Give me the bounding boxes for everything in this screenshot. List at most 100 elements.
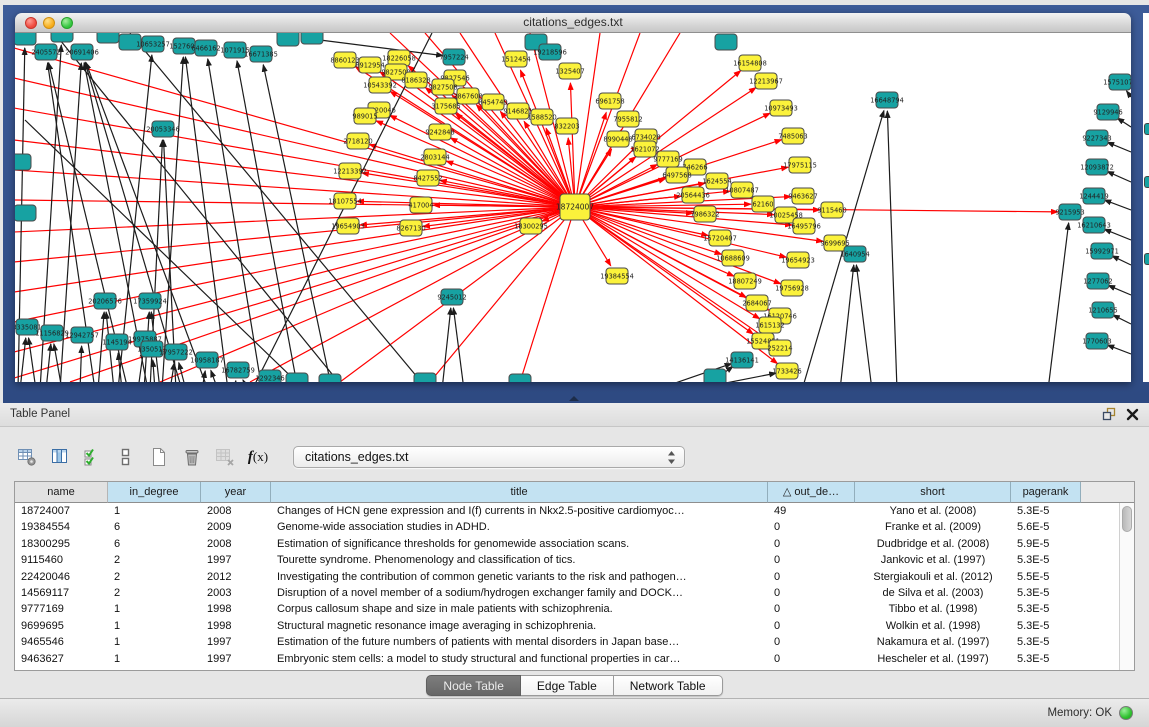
- network-node[interactable]: 62160: [752, 196, 774, 212]
- network-node[interactable]: 989015: [352, 108, 377, 124]
- network-node[interactable]: 7957224: [439, 49, 468, 65]
- network-node[interactable]: 1325407: [555, 63, 584, 79]
- table-row[interactable]: 2242004622012Investigating the contribut…: [15, 569, 1134, 585]
- new-column-icon[interactable]: [146, 444, 172, 470]
- table-row[interactable]: 946554611997Estimation of the future num…: [15, 634, 1134, 650]
- network-node[interactable]: 19654903: [331, 218, 365, 234]
- network-node[interactable]: 3175685: [431, 98, 460, 114]
- network-node[interactable]: 2803144: [420, 149, 449, 165]
- delete-table-icon[interactable]: [212, 444, 238, 470]
- network-node[interactable]: 9777169: [653, 151, 682, 167]
- network-node[interactable]: 12942757: [65, 327, 99, 343]
- float-panel-icon[interactable]: [1102, 407, 1116, 421]
- network-node[interactable]: [286, 373, 308, 382]
- network-node[interactable]: 9115460: [817, 202, 846, 218]
- network-node[interactable]: 18724007: [556, 194, 594, 220]
- network-node[interactable]: 6497568: [662, 167, 691, 183]
- network-node[interactable]: 19756928: [775, 280, 809, 296]
- network-node[interactable]: 15751074: [1103, 74, 1131, 90]
- column-header-indegree[interactable]: in_degree: [108, 482, 201, 503]
- tab-node-table[interactable]: Node Table: [426, 675, 521, 696]
- maximize-window-button[interactable]: [61, 17, 73, 29]
- splitter-handle[interactable]: [569, 396, 579, 401]
- network-node[interactable]: 17975115: [783, 157, 817, 173]
- network-node[interactable]: [15, 154, 31, 170]
- network-node[interactable]: 9463627: [788, 188, 817, 204]
- network-node[interactable]: 7986322: [690, 206, 719, 222]
- network-node[interactable]: [414, 373, 436, 382]
- network-node[interactable]: 1277062: [1083, 273, 1112, 289]
- network-node[interactable]: 20053346: [146, 121, 180, 137]
- network-node[interactable]: 12213967: [749, 73, 783, 89]
- network-node[interactable]: 9129946: [1093, 104, 1122, 120]
- network-node[interactable]: 2718120: [343, 133, 372, 149]
- table-row[interactable]: 1938455462009Genome-wide association stu…: [15, 519, 1134, 535]
- network-node[interactable]: 9227343: [1082, 130, 1111, 146]
- select-columns-icon[interactable]: [80, 444, 106, 470]
- column-header-pagerank[interactable]: pagerank: [1011, 482, 1081, 503]
- network-node[interactable]: 7955812: [613, 111, 642, 127]
- table-row[interactable]: 946362711997Embryonic stem cells: a mode…: [15, 651, 1134, 667]
- network-node[interactable]: 417004: [408, 197, 433, 213]
- network-node[interactable]: 8186328: [401, 72, 430, 88]
- delete-icon[interactable]: [179, 444, 205, 470]
- network-node[interactable]: [509, 374, 531, 382]
- table-scrollbar-thumb[interactable]: [1122, 506, 1132, 532]
- network-node[interactable]: 9215953: [1055, 204, 1084, 220]
- network-node[interactable]: 832203: [554, 118, 579, 134]
- table-mode-icon[interactable]: [14, 444, 40, 470]
- column-header-name[interactable]: name: [15, 482, 108, 503]
- network-node[interactable]: [51, 33, 73, 42]
- network-node[interactable]: 9242848: [425, 124, 454, 140]
- network-node[interactable]: 1210655: [1088, 302, 1117, 318]
- network-node[interactable]: 9245012: [437, 289, 466, 305]
- network-node[interactable]: 7485063: [778, 128, 807, 144]
- network-node[interactable]: 8912954: [355, 57, 384, 73]
- table-row[interactable]: 969969511998Structural magnetic resonanc…: [15, 618, 1134, 634]
- network-node[interactable]: 19654923: [781, 252, 815, 268]
- network-node[interactable]: 6466162: [191, 40, 220, 56]
- column-header-short[interactable]: short: [855, 482, 1011, 503]
- table-scrollbar[interactable]: [1119, 503, 1134, 670]
- network-node[interactable]: 1512454: [501, 51, 530, 67]
- column-icon[interactable]: [113, 444, 139, 470]
- network-node[interactable]: 20206576: [88, 293, 122, 309]
- network-node[interactable]: 20691406: [65, 44, 99, 60]
- network-node[interactable]: 8267130: [396, 220, 425, 236]
- table-row[interactable]: 977716911998Corpus callosum shape and si…: [15, 601, 1134, 617]
- close-window-button[interactable]: [25, 17, 37, 29]
- network-node[interactable]: 18107554: [328, 193, 362, 209]
- network-node[interactable]: 1588520: [527, 109, 556, 125]
- network-node[interactable]: 252214: [767, 340, 792, 356]
- network-node[interactable]: 1615132: [755, 317, 784, 333]
- network-node[interactable]: 10688609: [716, 250, 750, 266]
- network-node[interactable]: 2684067: [742, 295, 771, 311]
- network-node[interactable]: 16210643: [1077, 217, 1111, 233]
- network-window-titlebar[interactable]: citations_edges.txt: [15, 13, 1131, 33]
- network-node[interactable]: [319, 374, 341, 382]
- network-node[interactable]: 8990448: [603, 131, 632, 147]
- function-builder-icon[interactable]: f(x): [245, 444, 271, 470]
- network-node[interactable]: 1770603: [1082, 333, 1111, 349]
- network-node[interactable]: 14136141: [725, 352, 759, 368]
- network-node[interactable]: 1640954: [840, 246, 869, 262]
- network-node[interactable]: 16648794: [870, 92, 904, 108]
- network-node[interactable]: 15720407: [703, 230, 737, 246]
- column-header-title[interactable]: title: [271, 482, 768, 503]
- table-selector[interactable]: citations_edges.txt: [293, 446, 685, 468]
- network-canvas[interactable]: 1872400788601238912954182260589827509105…: [15, 33, 1131, 382]
- column-header-outde[interactable]: △ out_de…: [768, 482, 855, 503]
- column-header-year[interactable]: year: [201, 482, 271, 503]
- network-node[interactable]: [301, 33, 323, 44]
- network-node[interactable]: 16154808: [733, 55, 767, 71]
- network-node[interactable]: 2405572: [31, 44, 60, 60]
- network-node[interactable]: 17359924: [133, 293, 167, 309]
- network-node[interactable]: [277, 33, 299, 46]
- table-row[interactable]: 1456911722003Disruption of a novel membe…: [15, 585, 1134, 601]
- tab-edge-table[interactable]: Edge Table: [521, 675, 614, 696]
- network-node[interactable]: 19384554: [600, 268, 634, 284]
- network-node[interactable]: 1292346: [255, 370, 284, 382]
- network-node[interactable]: [97, 33, 119, 43]
- close-panel-icon[interactable]: [1126, 408, 1139, 421]
- table-row[interactable]: 911546021997Tourette syndrome. Phenomeno…: [15, 552, 1134, 568]
